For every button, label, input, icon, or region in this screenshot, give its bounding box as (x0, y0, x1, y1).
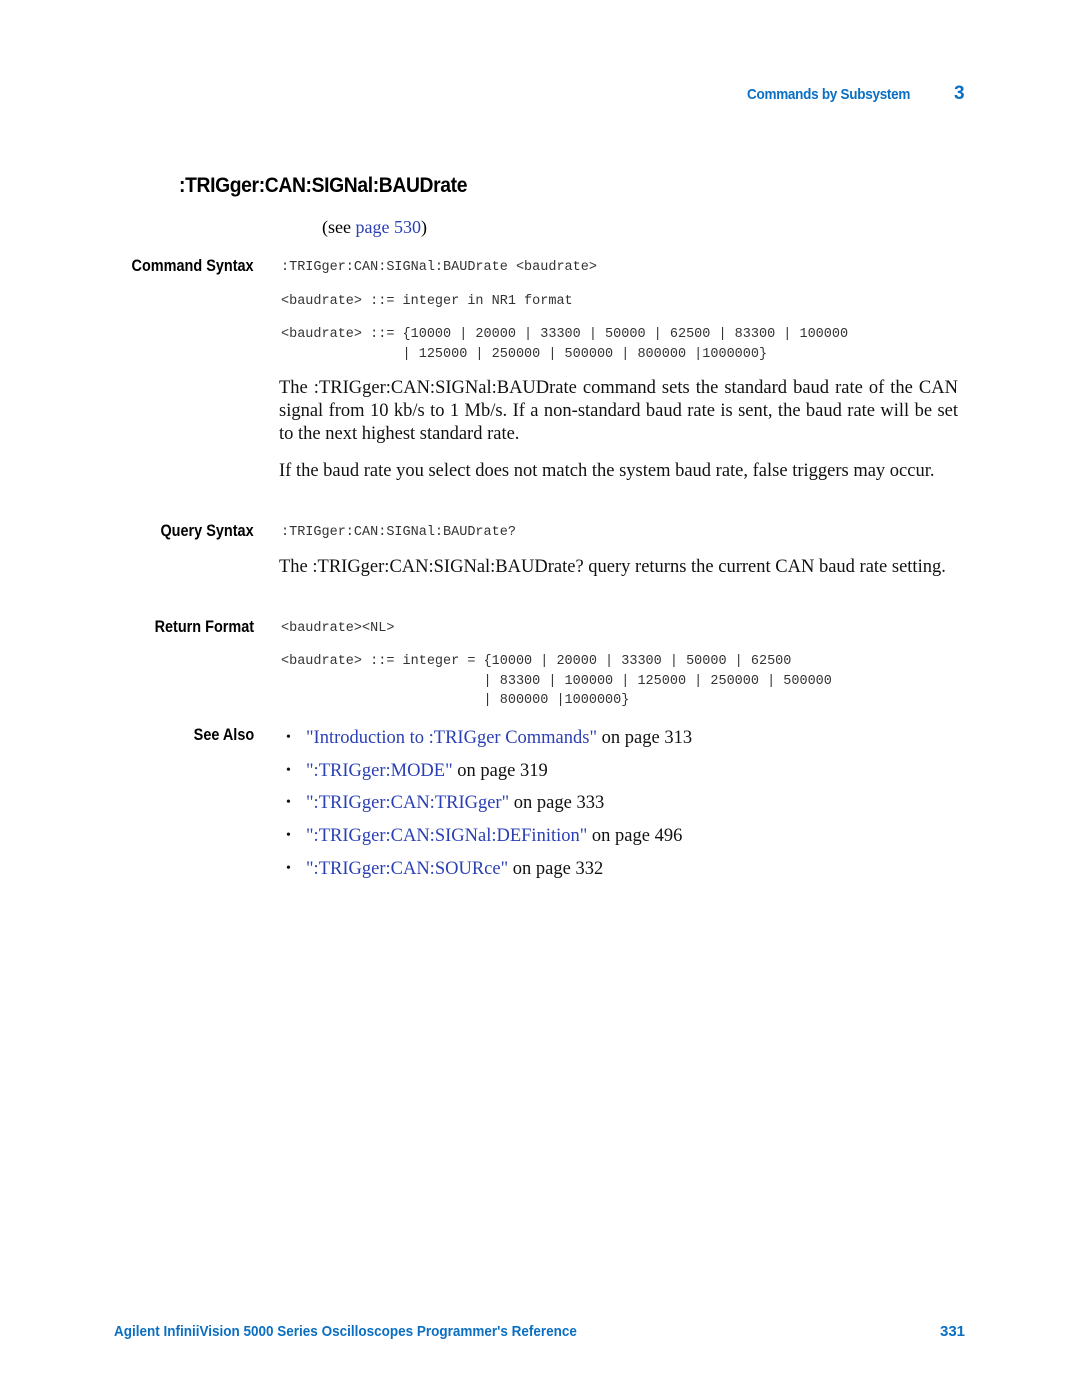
see-also-page: on page 319 (452, 760, 548, 781)
see-also-link[interactable]: ":TRIGger:MODE" (306, 761, 453, 781)
see-also-item: • "Introduction to :TRIGger Commands" on … (286, 722, 692, 755)
see-also-link[interactable]: ":TRIGger:CAN:SOURce" (306, 859, 508, 879)
see-page-link[interactable]: page 530 (355, 217, 420, 237)
running-header-section: Commands by Subsystem (747, 86, 911, 103)
see-also-link[interactable]: ":TRIGger:CAN:TRIGger" (306, 793, 509, 813)
footer-title: Agilent InfiniiVision 5000 Series Oscill… (114, 1323, 577, 1340)
bullet-icon: • (286, 795, 291, 811)
bullet-icon: • (286, 762, 291, 778)
see-also-label: See Also (193, 725, 254, 744)
see-page-reference: (see page 530) (322, 217, 427, 238)
page-title: :TRIGger:CAN:SIGNal:BAUDrate (179, 174, 468, 197)
query-description: The :TRIGger:CAN:SIGNal:BAUDrate? query … (279, 557, 946, 577)
bullet-icon: • (286, 828, 291, 844)
query-syntax-label: Query Syntax (160, 521, 254, 540)
return-format-line: <baudrate><NL> (281, 621, 395, 636)
see-page-prefix: (see (322, 217, 356, 237)
return-format-definition: <baudrate> ::= integer = {10000 | 20000 … (281, 654, 832, 708)
see-also-item: • ":TRIGger:CAN:SIGNal:DEFinition" on pag… (286, 820, 692, 853)
see-also-page: on page 332 (508, 858, 604, 879)
command-syntax-param-format: <baudrate> ::= integer in NR1 format (281, 294, 573, 309)
bullet-icon: • (286, 730, 291, 745)
see-also-item: • ":TRIGger:CAN:TRIGger" on page 333 (286, 787, 692, 820)
return-format-label: Return Format (154, 617, 254, 636)
command-syntax-label: Command Syntax (131, 256, 254, 275)
see-also-page: on page 313 (597, 728, 693, 748)
see-also-link[interactable]: ":TRIGger:CAN:SIGNal:DEFinition" (306, 826, 587, 846)
see-also-link[interactable]: "Introduction to :TRIGger Commands" (306, 728, 597, 748)
footer-page-number: 331 (940, 1323, 966, 1340)
command-syntax-line: :TRIGger:CAN:SIGNal:BAUDrate <baudrate> (281, 260, 597, 275)
see-also-list: • "Introduction to :TRIGger Commands" on … (286, 722, 692, 886)
see-also-item: • ":TRIGger:CAN:SOURce" on page 332 (286, 853, 692, 886)
see-page-suffix: ) (420, 217, 427, 237)
query-syntax-line: :TRIGger:CAN:SIGNal:BAUDrate? (281, 525, 516, 540)
command-note: If the baud rate you select does not mat… (279, 461, 935, 481)
see-also-page: on page 333 (509, 793, 605, 814)
bullet-icon: • (286, 860, 291, 876)
command-description: The :TRIGger:CAN:SIGNal:BAUDrate command… (279, 378, 958, 444)
running-header-chapter: 3 (954, 83, 965, 104)
see-also-item: • ":TRIGger:MODE" on page 319 (286, 755, 692, 788)
see-also-page: on page 496 (587, 826, 683, 847)
command-syntax-param-values: <baudrate> ::= {10000 | 20000 | 33300 | … (281, 327, 849, 362)
